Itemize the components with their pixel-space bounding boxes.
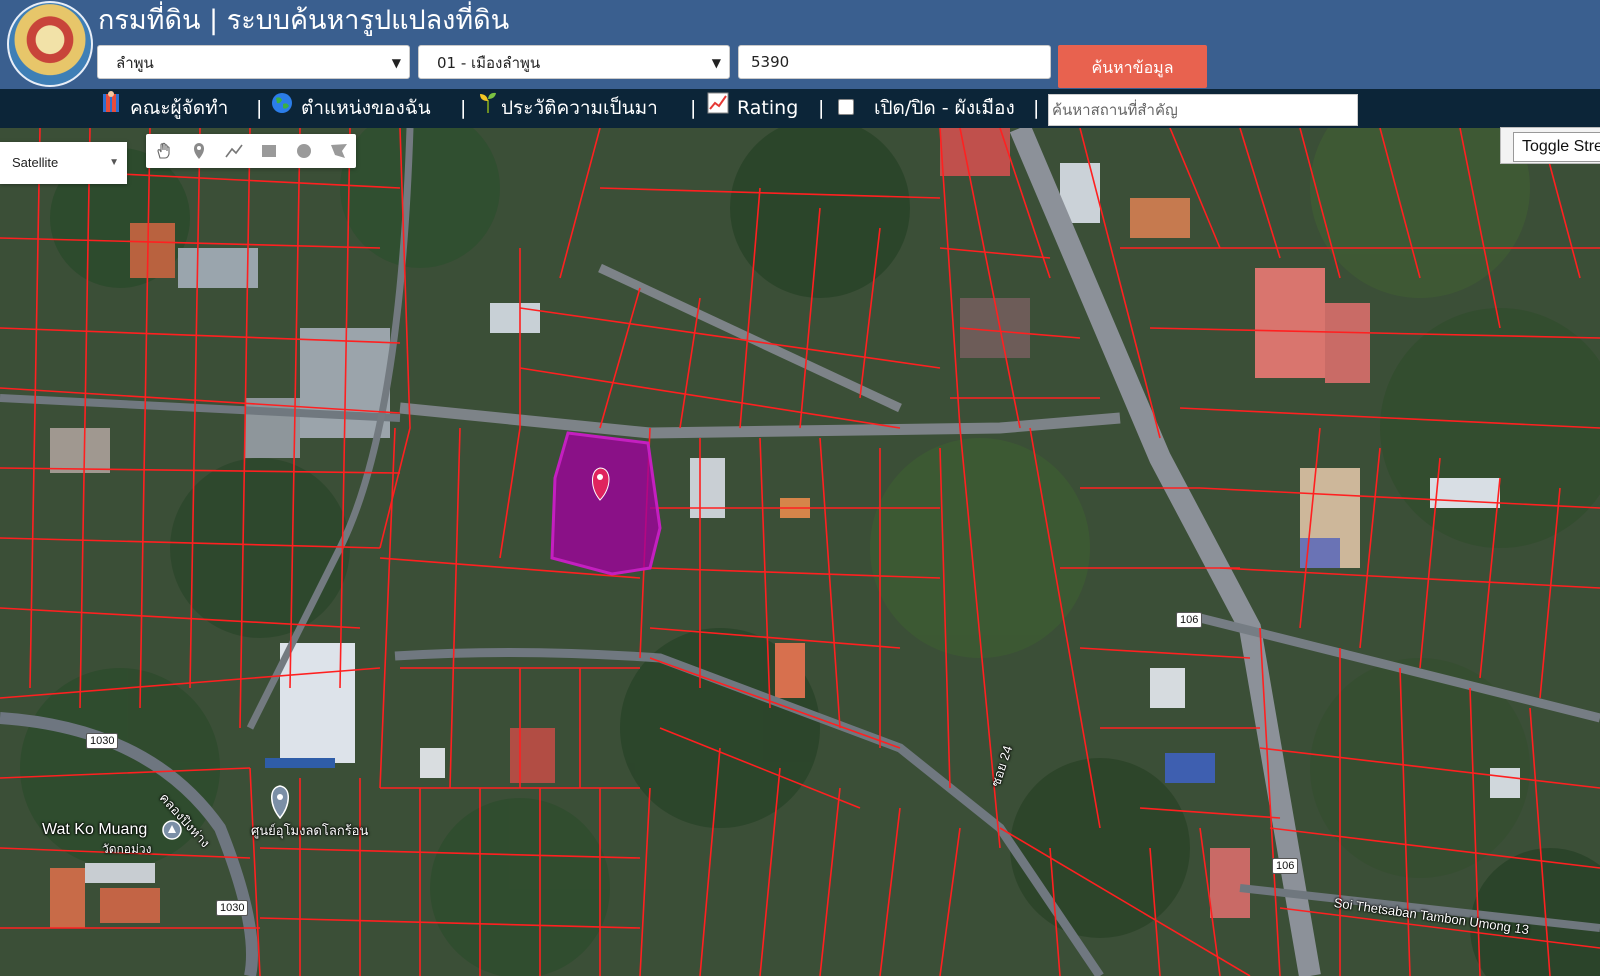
route-shield-1030: 1030 [86, 733, 119, 749]
route-shield-1030: 1030 [216, 900, 249, 916]
map-canvas[interactable] [0, 128, 1600, 976]
nav-team[interactable]: คณะผู้จัดทำ [100, 89, 228, 128]
map-label-wat-ko-muang: Wat Ko Muang [42, 821, 148, 838]
nav-my-location[interactable]: ตำแหน่งของฉัน [271, 89, 431, 128]
department-seal-logo [7, 1, 93, 87]
map-label-wat-ko-muang-th: วัดกอม่วง [102, 842, 152, 856]
app-title: กรมที่ดิน | ระบบค้นหารูปแปลงที่ดิน [98, 5, 510, 36]
sprout-icon [477, 89, 499, 128]
search-button[interactable]: ค้นหาข้อมูล [1058, 45, 1207, 88]
polygon-icon[interactable] [321, 134, 356, 168]
drawing-toolbar [146, 134, 356, 168]
district-select[interactable]: 01 - เมืองลำพูน ▼ [418, 45, 730, 79]
app-header: กรมที่ดิน | ระบบค้นหารูปแปลงที่ดิน ลำพูน… [0, 0, 1600, 89]
toggle-street-view-button[interactable]: Toggle Street View [1513, 132, 1600, 162]
globe-icon [271, 89, 293, 128]
city-plan-checkbox[interactable] [838, 99, 854, 115]
province-select[interactable]: ลำพูน ▼ [97, 45, 410, 79]
chevron-down-icon: ▼ [391, 56, 401, 70]
rectangle-icon[interactable] [251, 134, 286, 168]
satellite-map[interactable]: Wat Ko Muang วัดกอม่วง คลองปิงห่าง ศูนย์… [0, 128, 1600, 976]
nav-rating[interactable]: Rating [707, 89, 798, 128]
nav-separator: | [690, 97, 697, 119]
nav-separator: | [818, 97, 825, 119]
route-shield-106: 106 [1272, 858, 1299, 874]
circle-icon[interactable] [286, 134, 321, 168]
district-select-value: 01 - เมืองลำพูน [437, 54, 541, 72]
map-type-select[interactable]: Satellite ▼ [0, 142, 127, 184]
selected-parcel[interactable] [550, 431, 662, 576]
chart-icon [707, 89, 729, 128]
place-search-input[interactable] [1048, 94, 1358, 126]
chevron-down-icon: ▼ [711, 56, 721, 70]
route-shield-106: 106 [1176, 612, 1203, 628]
nav-team-label: คณะผู้จัดทำ [130, 97, 229, 119]
nav-bar: คณะผู้จัดทำ | ตำแหน่งของฉัน | ประวัติควา… [0, 89, 1600, 128]
nav-history[interactable]: ประวัติความเป็นมา [477, 89, 658, 128]
nav-history-label: ประวัติความเป็นมา [501, 97, 658, 119]
map-type-value: Satellite [12, 155, 59, 170]
hand-icon[interactable] [146, 134, 181, 168]
nav-separator: | [460, 97, 467, 119]
team-icon [100, 89, 122, 128]
marker-icon[interactable] [181, 134, 216, 168]
nav-separator: | [1033, 97, 1040, 119]
nav-my-location-label: ตำแหน่งของฉัน [301, 97, 431, 119]
parcel-number-input[interactable] [738, 45, 1051, 79]
nav-city-plan-label: เปิด/ปิด - ผังเมือง [874, 97, 1015, 119]
nav-separator: | [256, 97, 263, 119]
map-label-center: ศูนย์อุโมงลดโลกร้อน [251, 823, 369, 838]
chevron-down-icon: ▼ [109, 157, 119, 168]
nav-rating-label: Rating [737, 97, 799, 119]
polyline-icon[interactable] [216, 134, 251, 168]
nav-city-plan-toggle[interactable]: เปิด/ปิด - ผังเมือง [874, 89, 1015, 128]
province-select-value: ลำพูน [116, 54, 154, 72]
